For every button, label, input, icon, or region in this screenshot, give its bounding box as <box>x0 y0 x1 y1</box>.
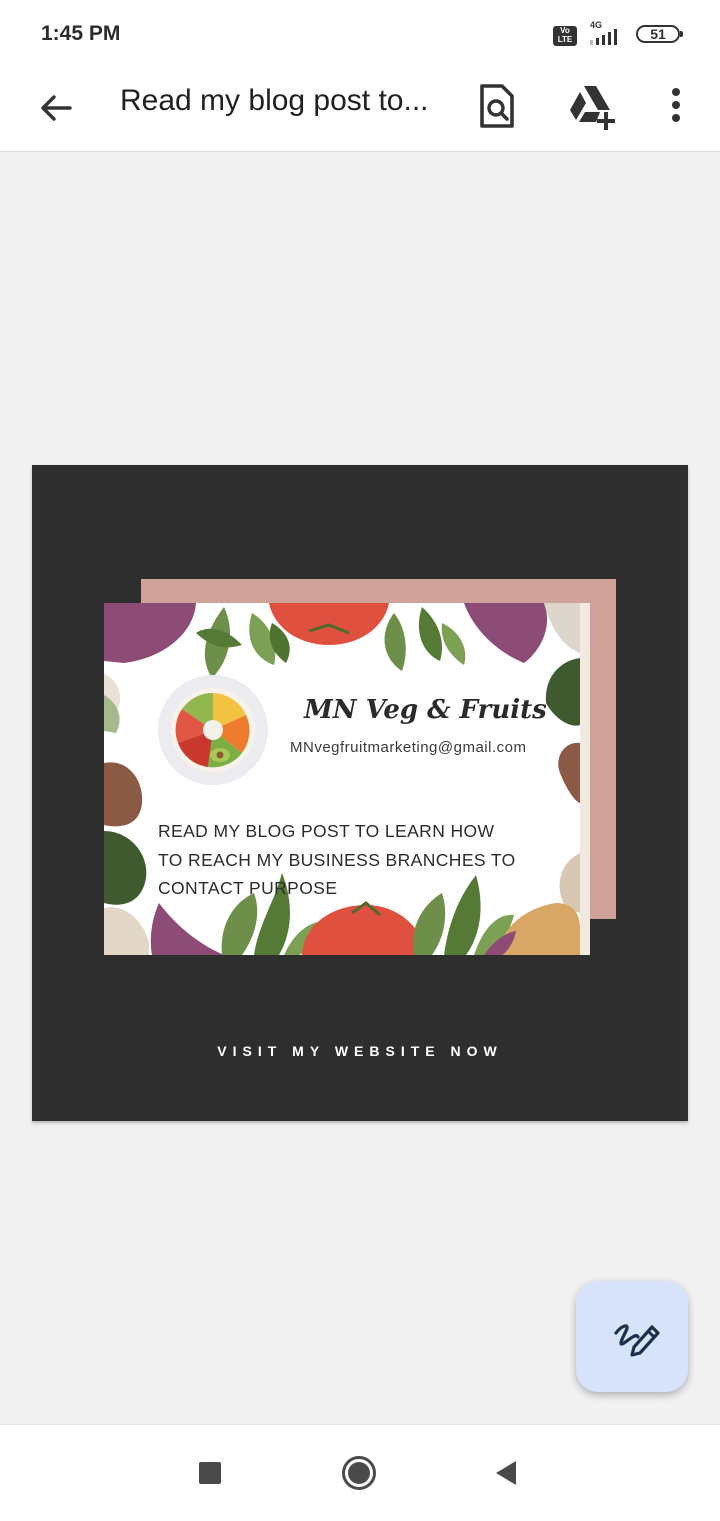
visit-website-text: VISIT MY WEBSITE NOW <box>217 1043 503 1059</box>
find-in-page-icon[interactable] <box>474 82 518 130</box>
circle-home-icon[interactable] <box>341 1455 377 1491</box>
triangle-back-icon[interactable] <box>494 1460 518 1486</box>
business-card: MN Veg & Fruits MNvegfruitmarketing@gmai… <box>104 603 590 955</box>
brand-name: MN Veg & Fruits <box>304 695 547 725</box>
status-time: 1:45 PM <box>41 22 121 45</box>
battery-icon: 51 <box>636 25 683 43</box>
system-nav-bar <box>0 1424 720 1521</box>
edit-fab-button[interactable] <box>576 1281 688 1392</box>
card-message: READ MY BLOG POST TO LEARN HOW TO REACH … <box>158 821 516 898</box>
arrow-back-icon[interactable] <box>34 86 78 130</box>
document-title: Read my blog post to... <box>120 84 429 117</box>
edit-draw-icon <box>614 1324 660 1357</box>
add-to-drive-icon[interactable] <box>566 82 618 132</box>
volte-icon: Vo LTE <box>553 26 577 46</box>
more-vert-icon[interactable] <box>664 84 688 128</box>
signal-icon <box>590 29 617 45</box>
image-preview[interactable]: MN Veg & Fruits MNvegfruitmarketing@gmai… <box>32 465 688 1121</box>
contact-email: MNvegfruitmarketing@gmail.com <box>290 739 527 756</box>
square-recents-icon[interactable] <box>199 1462 221 1484</box>
fruit-bowl-logo <box>158 675 268 785</box>
status-bar: 1:45 PM Vo LTE 4G 51 <box>0 0 720 68</box>
app-bar: Read my blog post to... <box>0 68 720 152</box>
